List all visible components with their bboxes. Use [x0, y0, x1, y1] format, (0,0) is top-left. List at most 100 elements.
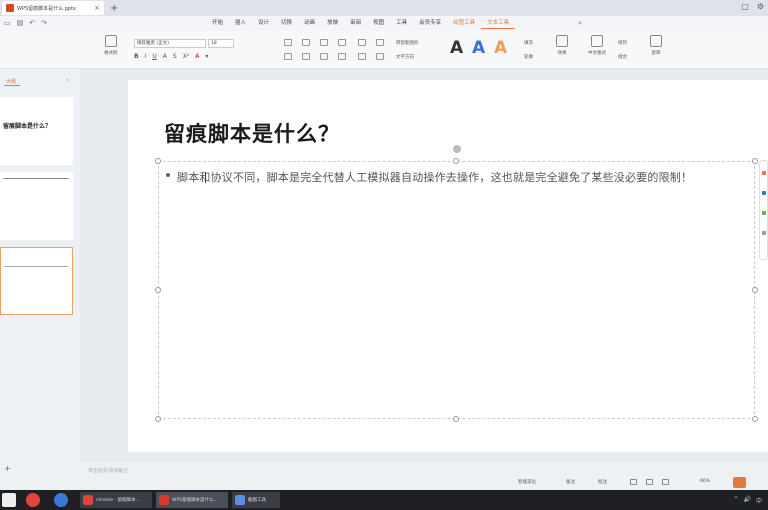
tab-review[interactable]: 审阅 — [344, 19, 367, 29]
resize-handle[interactable] — [752, 158, 758, 164]
panel-collapse-icon[interactable]: ‹ — [66, 76, 69, 84]
ribbon-tabs: 开始 插入 设计 切换 动画 放映 审阅 视图 工具 会员专享 绘图工具 文本工… — [206, 19, 516, 29]
tray-overflow-icon[interactable]: ^ — [733, 496, 738, 505]
resize-handle[interactable] — [155, 416, 161, 422]
tab-home[interactable]: 开始 — [206, 19, 229, 29]
redo-icon[interactable]: ↷ — [41, 19, 47, 27]
normal-view-icon[interactable] — [630, 479, 637, 485]
document-tab[interactable]: WPS留痕脚本是什么.pptx × — [2, 1, 104, 15]
align-center-icon[interactable] — [302, 53, 310, 60]
tab-member[interactable]: 会员专享 — [413, 19, 447, 29]
line-spacing-icon[interactable] — [358, 39, 366, 46]
chinese-layout-button[interactable]: 中文版式 — [588, 35, 606, 56]
tab-view[interactable]: 视图 — [367, 19, 390, 29]
text-cursor — [205, 172, 206, 183]
paragraph-icon[interactable] — [376, 39, 384, 46]
resize-handle[interactable] — [155, 287, 161, 293]
volume-icon[interactable]: 🔊 — [744, 496, 751, 505]
highlight-icon[interactable]: ▾ — [205, 53, 208, 60]
search-icon[interactable]: ⌕ — [578, 19, 582, 28]
add-slide-button[interactable]: + — [4, 464, 11, 473]
resize-handle[interactable] — [155, 158, 161, 164]
float-tool-icon[interactable] — [762, 191, 766, 195]
float-tool-icon[interactable] — [762, 211, 766, 215]
float-tool-icon[interactable] — [762, 231, 766, 235]
tab-transition[interactable]: 切换 — [275, 19, 298, 29]
ime-indicator[interactable]: 中 — [756, 496, 762, 505]
save-icon[interactable]: ▤ — [17, 19, 24, 27]
smart-beautify-button[interactable]: 智能美化 — [518, 479, 536, 485]
rotate-button[interactable]: 旋转 — [650, 35, 662, 56]
numbering-icon[interactable] — [302, 39, 310, 46]
text-outline-button[interactable]: 轮廓 — [524, 54, 533, 60]
smart-art-button[interactable]: 转智能图形 — [396, 40, 419, 46]
undo-icon[interactable]: ↶ — [29, 19, 35, 27]
tab-tools[interactable]: 工具 — [390, 19, 413, 29]
reading-view-icon[interactable] — [662, 479, 669, 485]
body-textbox[interactable] — [158, 161, 755, 419]
italic-icon[interactable]: I — [145, 53, 147, 60]
align-left-icon[interactable] — [284, 53, 292, 60]
wps-app-icon — [159, 495, 169, 505]
slide-thumbnail-1[interactable]: 留痕脚本是什么？ — [0, 97, 73, 165]
float-tool-icon[interactable] — [762, 171, 766, 175]
font-size-select[interactable]: 18 — [208, 39, 234, 48]
font-name-select[interactable]: 微软雅黑 (正文) — [134, 39, 206, 48]
window-mode-icon[interactable]: ▢ — [741, 2, 749, 11]
resize-handle[interactable] — [453, 416, 459, 422]
folder-icon[interactable]: ▭ — [4, 19, 11, 27]
resize-handle[interactable] — [752, 416, 758, 422]
rotate-handle[interactable] — [453, 145, 461, 153]
shadow-icon[interactable]: S — [173, 53, 177, 60]
start-icon[interactable] — [2, 493, 16, 507]
bold-icon[interactable]: B — [134, 53, 139, 60]
notes-toggle-button[interactable]: 备注 — [566, 479, 575, 485]
close-tab-icon[interactable]: × — [94, 4, 100, 12]
resize-handle[interactable] — [752, 287, 758, 293]
text-style-orange[interactable]: A — [494, 39, 507, 57]
new-tab-button[interactable]: + — [110, 3, 118, 14]
slide-body-text[interactable]: 脚本和协议不同，脚本是完全代替人工模拟器自动操作去操作，这也就是完全避免了某些没… — [177, 168, 747, 187]
slide-thumbnail-3[interactable] — [0, 247, 73, 315]
arrange-button[interactable]: 排列 — [618, 40, 627, 46]
resize-handle[interactable] — [453, 158, 459, 164]
settings-icon[interactable]: ⚙ — [757, 2, 764, 11]
text-style-blue[interactable]: A — [472, 39, 485, 57]
tab-animation[interactable]: 动画 — [298, 19, 321, 29]
justify-icon[interactable] — [338, 53, 346, 60]
outline-tab[interactable]: 大纲 — [6, 78, 16, 85]
taskbar-app-wps[interactable]: WPS留痕脚本是什么... — [156, 492, 228, 508]
taskbar-app-snip[interactable]: 截图工具 — [232, 492, 280, 508]
sorter-view-icon[interactable] — [646, 479, 653, 485]
app-icon[interactable] — [54, 493, 68, 507]
underline-icon[interactable]: U — [152, 53, 156, 60]
slide-thumbnail-2[interactable] — [0, 172, 73, 240]
superscript-icon[interactable]: X² — [183, 53, 190, 60]
format-painter-button[interactable]: 格式刷 — [104, 35, 118, 56]
taskbar-app-chrome[interactable]: chrome - 留痕脚本... — [80, 492, 152, 508]
distribute-icon[interactable] — [358, 53, 366, 60]
chrome-icon[interactable] — [26, 493, 40, 507]
text-direction-button[interactable]: 文字方向 — [396, 54, 414, 60]
comments-button[interactable]: 批注 — [598, 479, 607, 485]
columns-icon[interactable] — [376, 53, 384, 60]
tab-text-tools[interactable]: 文本工具 — [481, 19, 516, 29]
bullets-icon[interactable] — [284, 39, 292, 46]
align-right-icon[interactable] — [320, 53, 328, 60]
text-style-black[interactable]: A — [450, 39, 463, 57]
text-effect-button[interactable]: 效果 — [556, 35, 568, 56]
tab-design[interactable]: 设计 — [252, 19, 275, 29]
zoom-level[interactable]: 66% — [700, 479, 710, 484]
tab-insert[interactable]: 插入 — [229, 19, 252, 29]
tab-slideshow[interactable]: 放映 — [321, 19, 344, 29]
system-tray: ^ 🔊 中 — [733, 496, 762, 505]
group-button[interactable]: 组合 — [618, 54, 627, 60]
slide-title[interactable]: 留痕脚本是什么？ — [164, 118, 340, 148]
play-slideshow-button[interactable] — [733, 477, 746, 488]
tab-drawing-tools[interactable]: 绘图工具 — [447, 19, 481, 29]
outdent-icon[interactable] — [338, 39, 346, 46]
text-fill-button[interactable]: 填充 — [524, 40, 533, 46]
font-color-icon[interactable]: A — [195, 53, 199, 60]
indent-icon[interactable] — [320, 39, 328, 46]
strikethrough-icon[interactable]: A — [163, 53, 167, 60]
